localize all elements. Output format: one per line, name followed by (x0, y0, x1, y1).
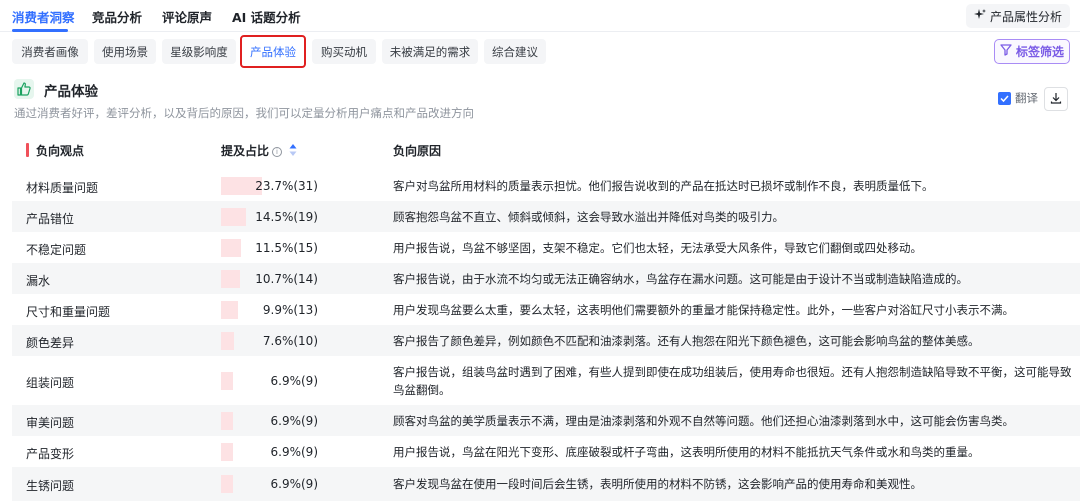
opinion-cell: 组装问题 (26, 376, 75, 390)
opinion-cell: 颜色差异 (26, 336, 75, 350)
ratio-value: 9.9%(13) (262, 303, 318, 317)
reason-cell: 用户报告说，鸟盆不够坚固，支架不稳定。它们也太轻，无法承受大风条件，导致它们翻倒… (393, 241, 922, 255)
tag-filter-button[interactable]: 标签筛选 (994, 39, 1070, 64)
tab-review-voice[interactable]: 评论原声 (162, 7, 212, 26)
opinion-cell: 审美问题 (26, 416, 75, 430)
download-button[interactable] (1044, 87, 1068, 111)
top-nav: 消费者洞察 竞品分析 评论原声 AI 话题分析 (0, 0, 1080, 32)
info-icon[interactable]: i (272, 147, 283, 157)
subtab-product-experience[interactable]: 产品体验 (240, 35, 306, 68)
tag-filter-label: 标签筛选 (1015, 45, 1064, 59)
tab-competitor-analysis[interactable]: 竞品分析 (92, 7, 142, 26)
reason-cell: 用户发现鸟盆要么太重，要么太轻，这表明他们需要额外的重量才能保持稳定性。此外，一… (393, 303, 1014, 317)
header-ratio[interactable]: 提及占比 i (221, 142, 283, 159)
reason-cell: 顾客抱怨鸟盆不直立、倾斜或倾斜，这会导致水溢出并降低对鸟类的吸引力。 (393, 210, 784, 224)
ratio-value: 6.9%(9) (270, 477, 318, 491)
table-row: 生锈问题 6.9%(9) 客户发现鸟盆在使用一段时间后会生锈，表明所使用的材料不防锈… (12, 467, 1080, 501)
download-icon (1050, 92, 1062, 107)
header-ratio-label: 提及占比 (221, 144, 270, 158)
reason-cell: 用户报告说，鸟盆在阳光下变形、底座破裂或杆子弯曲，这表明所使用的材料不能抵抗天气… (393, 445, 980, 459)
table-row: 尺寸和重量问题 9.9%(13) 用户发现鸟盆要么太重，要么太轻，这表明他们需要额外… (12, 294, 1080, 325)
product-attribute-analysis-label: 产品属性分析 (989, 9, 1062, 24)
table-row: 颜色差异 7.6%(10) 客户报告了颜色差异，例如颜色不匹配和油漆剥落。还有人抱怨… (12, 325, 1080, 356)
opinion-cell: 材料质量问题 (26, 181, 99, 195)
sub-tabs: 消费者画像 使用场景 星级影响度 产品体验 购买动机 未被满足的需求 综合建议 (0, 35, 1080, 68)
table-row: 组装问题 6.9%(9) 客户报告说，组装鸟盆时遇到了困难，有些人提到即使在成功组装… (12, 356, 1080, 405)
opinion-cell: 生锈问题 (26, 479, 75, 493)
ratio-value: 10.7%(14) (255, 272, 318, 286)
ratio-value: 11.5%(15) (255, 241, 318, 255)
reason-cell: 客户报告了颜色差异，例如颜色不匹配和油漆剥落。还有人抱怨在阳光下颜色褪色，这可能… (393, 334, 980, 348)
subtab-purchase-motive[interactable]: 购买动机 (312, 39, 376, 64)
translate-toggle[interactable]: 翻译 (998, 90, 1038, 106)
table-header: 负向观点 提及占比 i 负向原因 (0, 136, 1080, 164)
active-tab-indicator (12, 29, 68, 32)
sparkle-icon (973, 8, 986, 24)
translate-checkbox[interactable] (998, 91, 1011, 105)
header-opinion: 负向观点 (36, 144, 85, 158)
header-reason: 负向原因 (393, 144, 442, 158)
ratio-value: 6.9%(9) (270, 374, 318, 388)
subtab-unmet-needs[interactable]: 未被满足的需求 (382, 39, 478, 64)
section-description: 通过消费者好评，差评分析，以及背后的原因，我们可以定量分析用户痛点和产品改进方向 (14, 106, 474, 120)
table-row: 产品错位 14.5%(19) 顾客抱怨鸟盆不直立、倾斜或倾斜，这会导致水溢出并降低对… (12, 201, 1080, 232)
reason-cell: 客户对鸟盆所用材料的质量表示担忧。他们报告说收到的产品在抵达时已损坏或制作不良，… (393, 179, 934, 193)
table-row: 不稳定问题 11.5%(15) 用户报告说，鸟盆不够坚固，支架不稳定。它们也太轻，无… (12, 232, 1080, 263)
table-row: 材料质量问题 23.7%(31) 客户对鸟盆所用材料的质量表示担忧。他们报告说收到的… (12, 170, 1080, 201)
reason-cell: 客户报告说，由于水流不均匀或无法正确容纳水，鸟盆存在漏水问题。这可能是由于设计不… (393, 272, 968, 286)
ratio-value: 6.9%(9) (270, 414, 318, 428)
table-row: 产品变形 6.9%(9) 用户报告说，鸟盆在阳光下变形、底座破裂或杆子弯曲，这表明所… (12, 436, 1080, 467)
opinion-cell: 漏水 (26, 274, 51, 288)
sort-icon[interactable] (288, 143, 298, 157)
reason-cell: 客户报告说，组装鸟盆时遇到了困难，有些人提到即使在成功组装后，使用寿命也很短。还… (393, 365, 1072, 397)
opinion-cell: 产品错位 (26, 212, 75, 226)
subtab-overall-suggestion[interactable]: 综合建议 (484, 39, 546, 64)
tab-ai-topic-analysis[interactable]: AI 话题分析 (232, 7, 301, 26)
thumbs-up-icon (14, 79, 34, 99)
opinion-cell: 不稳定问题 (26, 243, 87, 257)
subtab-usage-scenario[interactable]: 使用场景 (94, 39, 156, 64)
translate-label: 翻译 (1015, 91, 1038, 105)
reason-cell: 客户发现鸟盆在使用一段时间后会生锈，表明所使用的材料不防锈，这会影响产品的使用寿… (393, 477, 922, 491)
subtab-star-impact[interactable]: 星级影响度 (162, 39, 236, 64)
subtab-consumer-profile[interactable]: 消费者画像 (12, 39, 88, 64)
reason-cell: 顾客对鸟盆的美学质量表示不满，理由是油漆剥落和外观不自然等问题。他们还担心油漆剥… (393, 414, 1014, 428)
ratio-value: 14.5%(19) (255, 210, 318, 224)
ratio-value: 6.9%(9) (270, 445, 318, 459)
ratio-value: 7.6%(10) (262, 334, 318, 348)
tab-consumer-insight[interactable]: 消费者洞察 (12, 7, 75, 26)
opinion-cell: 产品变形 (26, 447, 75, 461)
table-row: 漏水 10.7%(14) 客户报告说，由于水流不均匀或无法正确容纳水，鸟盆存在漏水问… (12, 263, 1080, 294)
product-attribute-analysis-button[interactable]: 产品属性分析 (966, 4, 1070, 28)
filter-icon (1000, 44, 1012, 59)
section-title: 产品体验 (44, 84, 98, 100)
ratio-value: 23.7%(31) (255, 179, 318, 193)
opinion-cell: 尺寸和重量问题 (26, 305, 111, 319)
table-row: 审美问题 6.9%(9) 顾客对鸟盆的美学质量表示不满，理由是油漆剥落和外观不自然等… (12, 405, 1080, 436)
